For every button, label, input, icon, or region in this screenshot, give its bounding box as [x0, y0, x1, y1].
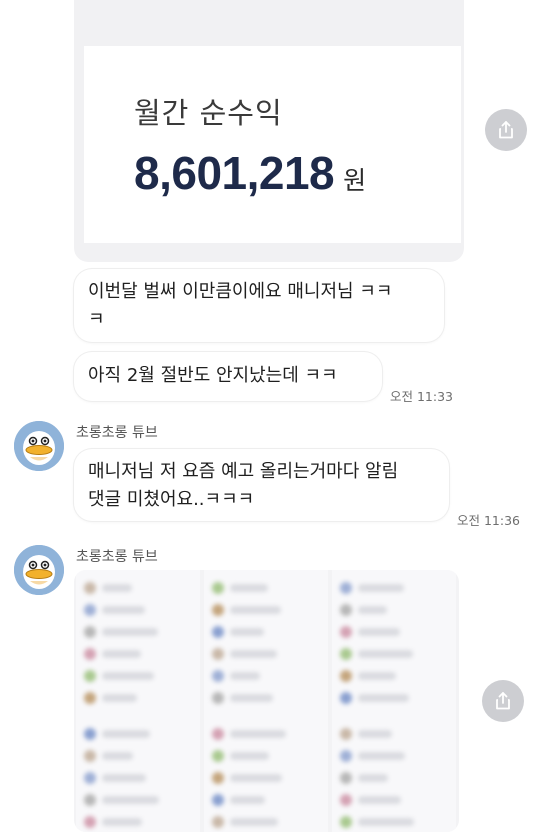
- duck-avatar-icon: [14, 421, 64, 471]
- blurred-avatar-dot: [84, 582, 96, 594]
- blurred-text-row: [358, 694, 409, 702]
- blurred-avatar-dot: [212, 582, 224, 594]
- blurred-avatar-dot: [340, 670, 352, 682]
- message-time: 오전 11:36: [457, 513, 520, 528]
- blurred-avatar-dot: [212, 692, 224, 704]
- blurred-text-row: [102, 650, 141, 658]
- blurred-text-row: [102, 584, 132, 592]
- share-button[interactable]: [482, 680, 524, 722]
- blurred-text-row: [102, 774, 146, 782]
- blurred-avatar-dot: [84, 670, 96, 682]
- blurred-text-row: [358, 584, 404, 592]
- blurred-text-row: [358, 672, 396, 680]
- earnings-unit: 원: [343, 166, 367, 195]
- blurred-text-row: [230, 774, 282, 782]
- blurred-text-row: [102, 606, 145, 614]
- blurred-avatar-dot: [212, 648, 224, 660]
- message-bubble[interactable]: 이번달 벌써 이만큼이에요 매니저님 ㅋㅋ ㅋ: [74, 269, 444, 342]
- message-bubble[interactable]: 매니저님 저 요즘 예고 올리는거마다 알림 댓글 미쳤어요..ㅋㅋㅋ: [74, 449, 449, 521]
- blurred-avatar-dot: [340, 816, 352, 828]
- blurred-avatar-dot: [84, 750, 96, 762]
- blurred-text-row: [230, 730, 286, 738]
- sender-name: 초롱초롱 튜브: [76, 425, 158, 441]
- blurred-avatar-dot: [212, 816, 224, 828]
- share-icon: [496, 692, 510, 710]
- blurred-avatar-dot: [84, 626, 96, 638]
- message-text-line: 매니저님 저 요즘 예고 올리는거마다 알림: [88, 461, 399, 482]
- blurred-text-row: [102, 694, 137, 702]
- earnings-amount: 8,601,218 원: [134, 146, 366, 200]
- blurred-avatar-dot: [340, 794, 352, 806]
- blurred-text-row: [230, 672, 260, 680]
- message-text-line: 댓글 미쳤어요..ㅋㅋㅋ: [88, 489, 255, 510]
- blurred-text-row: [230, 650, 277, 658]
- blurred-avatar-dot: [212, 670, 224, 682]
- blurred-avatar-dot: [340, 604, 352, 616]
- message-text-line: ㅋ: [88, 309, 105, 330]
- blurred-avatar-dot: [84, 648, 96, 660]
- blurred-text-row: [102, 672, 154, 680]
- message-bubble[interactable]: 아직 2월 절반도 안지났는데 ㅋㅋ: [74, 352, 382, 401]
- blurred-text-row: [358, 796, 401, 804]
- blurred-avatar-dot: [212, 794, 224, 806]
- blurred-text-row: [102, 752, 133, 760]
- avatar[interactable]: [14, 421, 64, 471]
- blurred-avatar-dot: [84, 692, 96, 704]
- sender-name: 초롱초롱 튜브: [76, 549, 158, 565]
- blurred-text-row: [230, 584, 268, 592]
- blurred-text-row: [358, 606, 387, 614]
- blurred-avatar-dot: [84, 728, 96, 740]
- blurred-text-row: [230, 628, 264, 636]
- blurred-text-row: [358, 752, 405, 760]
- blurred-avatar-dot: [340, 582, 352, 594]
- blurred-image-attachment[interactable]: [74, 570, 459, 832]
- blurred-text-row: [102, 628, 158, 636]
- blurred-text-row: [358, 818, 414, 826]
- blurred-avatar-dot: [212, 604, 224, 616]
- earnings-label: 월간 순수익: [134, 96, 283, 130]
- message-time: 오전 11:33: [390, 389, 453, 404]
- blurred-text-row: [358, 650, 413, 658]
- blurred-avatar-dot: [340, 648, 352, 660]
- earnings-card: 월간 순수익 8,601,218 원: [84, 46, 461, 243]
- message-text: 아직 2월 절반도 안지났는데 ㅋㅋ: [88, 365, 338, 386]
- blurred-text-row: [358, 628, 400, 636]
- blurred-avatar-dot: [84, 816, 96, 828]
- avatar[interactable]: [14, 545, 64, 595]
- blurred-avatar-dot: [84, 794, 96, 806]
- duck-avatar-icon: [14, 545, 64, 595]
- blurred-text-row: [102, 796, 159, 804]
- share-icon: [499, 121, 513, 139]
- blurred-avatar-dot: [212, 626, 224, 638]
- blurred-text-row: [358, 774, 388, 782]
- message-text-line: 이번달 벌써 이만큼이에요 매니저님 ㅋㅋ: [88, 281, 393, 302]
- blurred-avatar-dot: [340, 750, 352, 762]
- share-button[interactable]: [485, 109, 527, 151]
- blurred-text-row: [230, 694, 273, 702]
- blurred-text-row: [230, 752, 269, 760]
- blurred-text-row: [358, 730, 392, 738]
- blurred-avatar-dot: [212, 772, 224, 784]
- blurred-avatar-dot: [212, 750, 224, 762]
- blurred-text-row: [230, 606, 281, 614]
- blurred-avatar-dot: [84, 604, 96, 616]
- blurred-text-row: [102, 818, 142, 826]
- blurred-avatar-dot: [340, 626, 352, 638]
- blurred-text-row: [230, 818, 278, 826]
- earnings-value: 8,601,218: [134, 147, 335, 199]
- blurred-avatar-dot: [340, 772, 352, 784]
- blurred-text-row: [230, 796, 265, 804]
- blurred-text-row: [102, 730, 150, 738]
- blurred-avatar-dot: [340, 692, 352, 704]
- blurred-avatar-dot: [212, 728, 224, 740]
- blurred-avatar-dot: [340, 728, 352, 740]
- blurred-avatar-dot: [84, 772, 96, 784]
